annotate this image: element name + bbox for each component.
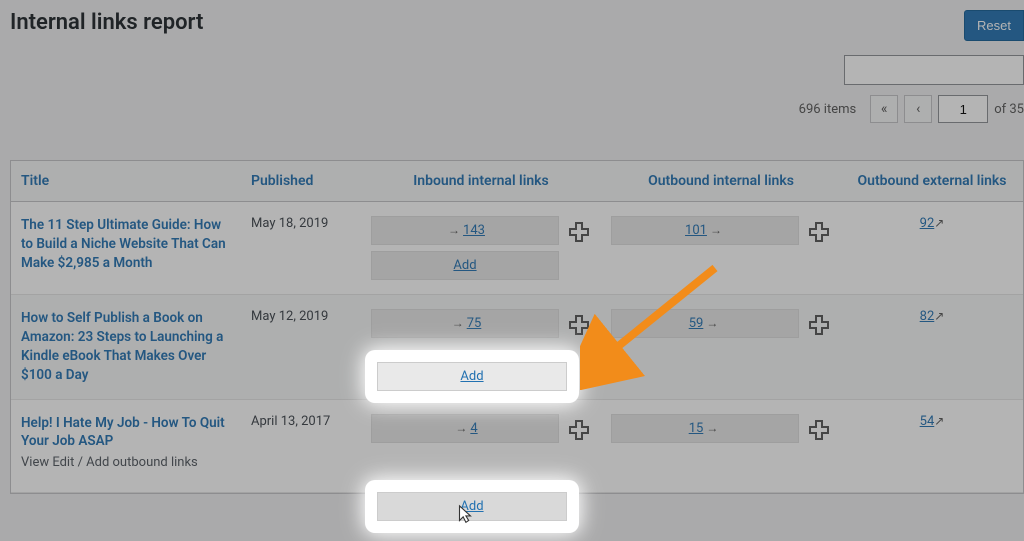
first-page-button[interactable]: « (870, 95, 898, 123)
arrow-in-icon: → (452, 316, 464, 330)
outbound-ext-link[interactable]: 82 (920, 309, 935, 324)
plus-icon[interactable] (807, 313, 831, 337)
arrow-in-icon: → (455, 421, 467, 435)
post-title-link[interactable]: How to Self Publish a Book on Amazon: 23… (21, 309, 231, 385)
plus-icon[interactable] (807, 418, 831, 442)
external-icon: ↗ (934, 309, 944, 323)
add-inbound-pill[interactable]: Add (371, 251, 559, 280)
plus-icon[interactable] (567, 220, 591, 244)
outbound-internal-pill: 101→ (611, 216, 799, 245)
prev-page-button[interactable]: ‹ (904, 95, 932, 123)
inbound-count-pill: →143 (371, 216, 559, 245)
pagination: 696 items « ‹ of 35 (799, 95, 1024, 123)
plus-icon[interactable] (807, 220, 831, 244)
col-outbound-external[interactable]: Outbound external links (841, 161, 1023, 202)
row-actions[interactable]: View Edit / Add outbound links (21, 455, 231, 470)
inbound-count-pill: →75 (371, 309, 559, 338)
col-title[interactable]: Title (11, 161, 241, 202)
table-row: Help! I Hate My Job - How To Quit Your J… (11, 399, 1023, 492)
col-inbound[interactable]: Inbound internal links (361, 161, 601, 202)
inbound-count-link[interactable]: 143 (463, 223, 485, 238)
post-title-link[interactable]: The 11 Step Ultimate Guide: How to Build… (21, 216, 231, 273)
external-icon: ↗ (934, 216, 944, 230)
items-count: 696 items (799, 102, 857, 117)
external-icon: ↗ (934, 414, 944, 428)
arrow-in-icon: → (448, 223, 460, 237)
add-inbound-button[interactable]: Add (377, 362, 567, 391)
total-pages-label: of 35 (994, 102, 1024, 117)
page-title: Internal links report (10, 10, 1024, 35)
outbound-ext-link[interactable]: 92 (920, 216, 935, 231)
col-published[interactable]: Published (241, 161, 361, 202)
current-page-input[interactable] (938, 95, 988, 123)
arrow-out-icon: → (710, 223, 722, 237)
arrow-out-icon: → (706, 421, 718, 435)
inbound-count-pill: →4 (371, 414, 559, 443)
highlight-add-row2: Add (365, 350, 579, 403)
reset-button[interactable]: Reset (964, 10, 1024, 41)
arrow-out-icon: → (706, 316, 718, 330)
outbound-internal-pill: 15→ (611, 414, 799, 443)
inbound-count-link[interactable]: 4 (470, 421, 477, 436)
inbound-count-link[interactable]: 75 (467, 316, 482, 331)
table-row: The 11 Step Ultimate Guide: How to Build… (11, 202, 1023, 295)
outbound-int-link[interactable]: 101 (685, 223, 707, 238)
plus-icon[interactable] (567, 313, 591, 337)
outbound-int-link[interactable]: 15 (689, 421, 704, 436)
add-link[interactable]: Add (460, 369, 483, 384)
search-input[interactable] (844, 55, 1024, 85)
cursor-icon (454, 504, 476, 526)
published-date: April 13, 2017 (241, 399, 361, 492)
published-date: May 18, 2019 (241, 202, 361, 295)
plus-icon[interactable] (567, 418, 591, 442)
outbound-ext-link[interactable]: 54 (920, 414, 935, 429)
published-date: May 12, 2019 (241, 295, 361, 400)
outbound-int-link[interactable]: 59 (689, 316, 704, 331)
col-outbound-internal[interactable]: Outbound internal links (601, 161, 841, 202)
outbound-internal-pill: 59→ (611, 309, 799, 338)
links-table: Title Published Inbound internal links O… (11, 161, 1023, 493)
add-link[interactable]: Add (453, 258, 476, 273)
post-title-link[interactable]: Help! I Hate My Job - How To Quit Your J… (21, 414, 231, 452)
